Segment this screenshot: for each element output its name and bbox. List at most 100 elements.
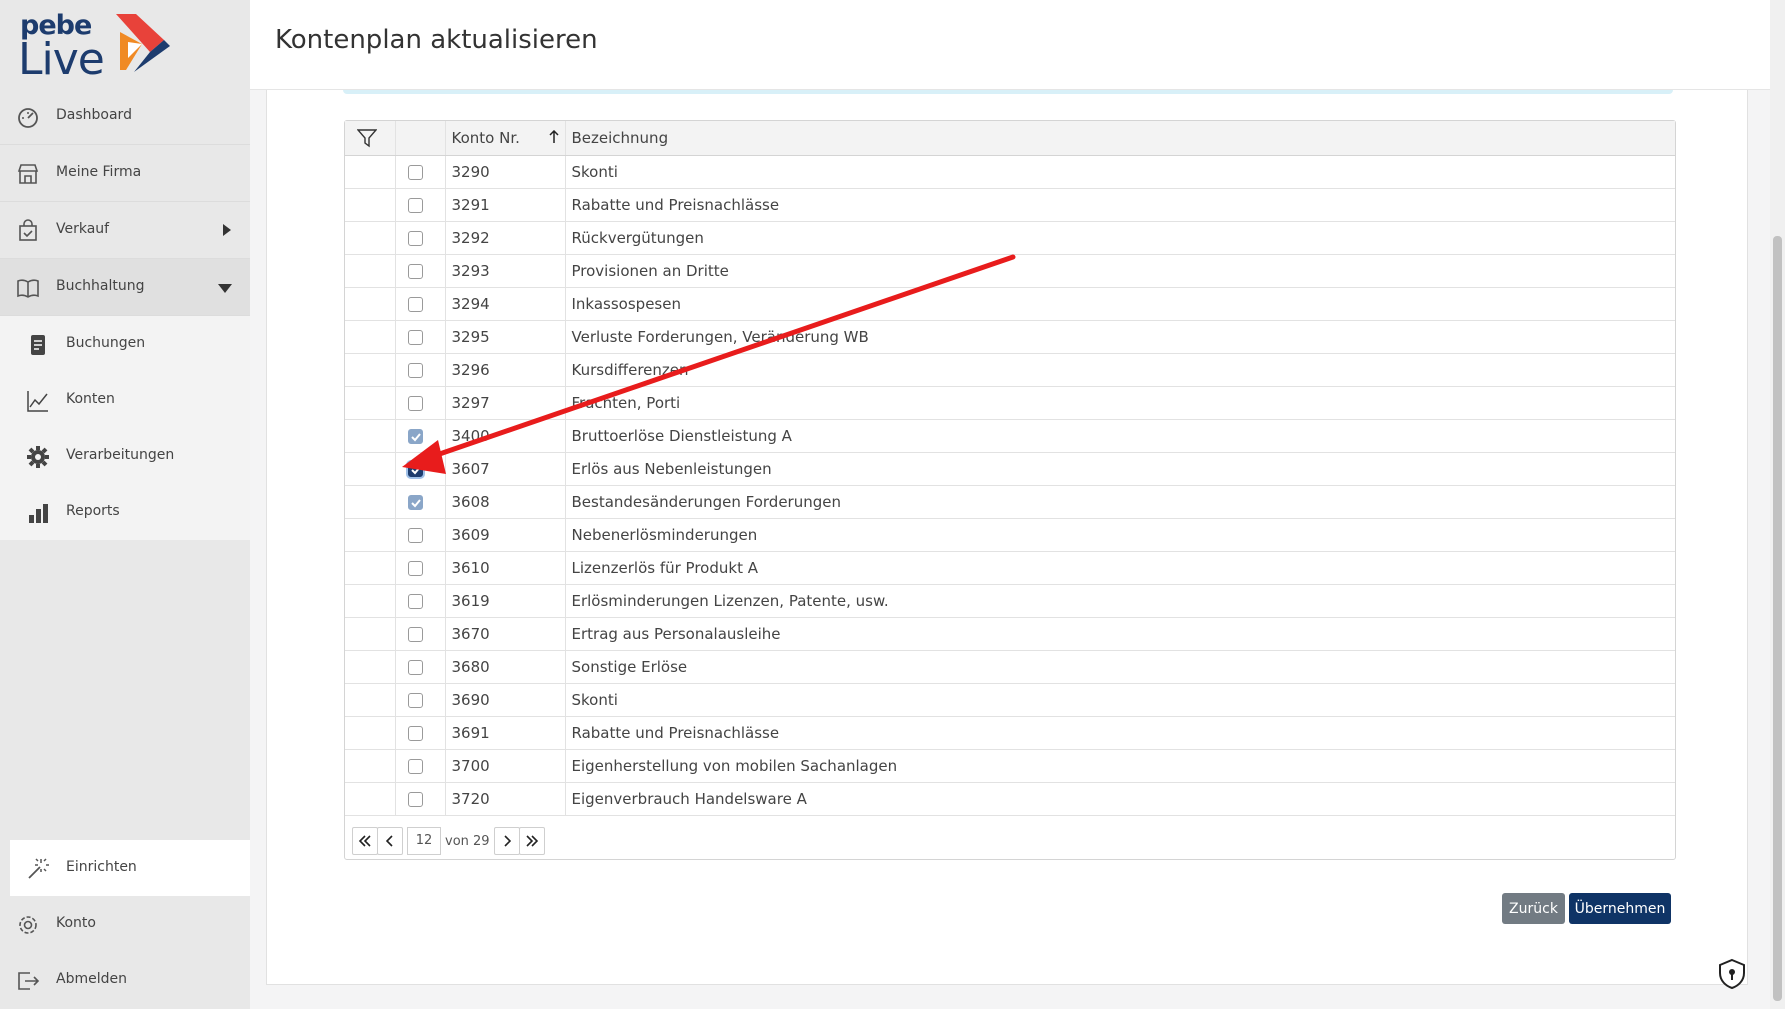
row-checkbox[interactable] [407, 428, 423, 444]
table-row[interactable]: 3700 Eigenherstellung von mobilen Sachanl… [345, 749, 1675, 783]
konto-nr-column-header[interactable]: Konto Nr. [445, 121, 566, 156]
table-row[interactable]: 3610 Lizenzerlös für Produkt A [345, 551, 1675, 585]
sidebar-item-dashboard[interactable]: Dashboard [0, 88, 250, 145]
page-number-input[interactable]: 12 [407, 827, 441, 855]
table-row[interactable]: 3691 Rabatte und Preisnachlässe [345, 716, 1675, 750]
scrollbar-thumb[interactable] [1773, 236, 1782, 1001]
sidebar-item-verkauf[interactable]: Verkauf [0, 202, 250, 259]
filter-cell [345, 650, 396, 684]
select-cell [395, 584, 446, 618]
apply-button[interactable]: Übernehmen [1569, 893, 1671, 924]
table-row[interactable]: 3690 Skonti [345, 683, 1675, 717]
filter-cell [345, 485, 396, 519]
filter-cell [345, 518, 396, 552]
konto-nr-cell: 3700 [445, 749, 566, 783]
table-row[interactable]: 3609 Nebenerlösminderungen [345, 518, 1675, 552]
table-row[interactable]: 3670 Ertrag aus Personalausleihe [345, 617, 1675, 651]
row-checkbox[interactable] [407, 263, 423, 279]
sidebar-item-reports[interactable]: Reports [0, 484, 250, 540]
row-checkbox[interactable] [407, 758, 423, 774]
filter-cell [345, 452, 396, 486]
sidebar-item-label: Verkauf [56, 221, 110, 237]
table-row[interactable]: 3680 Sonstige Erlöse [345, 650, 1675, 684]
column-label: Konto Nr. [451, 128, 520, 147]
privacy-shield-icon[interactable] [1716, 958, 1748, 990]
row-checkbox[interactable] [407, 626, 423, 642]
sidebar-item-label: Konto [56, 915, 96, 931]
select-cell [395, 419, 446, 453]
konto-nr-cell: 3292 [445, 221, 566, 255]
row-checkbox[interactable] [407, 692, 423, 708]
bezeichnung-cell: Erlösminderungen Lizenzen, Patente, usw. [565, 584, 1675, 618]
filter-cell [345, 617, 396, 651]
filter-column-header[interactable] [345, 121, 396, 156]
sidebar: pebe Live Dashboard Meine Firma Verkauf … [0, 0, 250, 1009]
sidebar-item-konto[interactable]: Konto [0, 896, 250, 952]
row-checkbox[interactable] [407, 230, 423, 246]
row-checkbox[interactable] [407, 329, 423, 345]
row-checkbox[interactable] [407, 560, 423, 576]
row-checkbox[interactable] [407, 362, 423, 378]
back-button[interactable]: Zurück [1502, 893, 1565, 924]
line-chart-icon [27, 391, 48, 412]
table-row[interactable]: 3290 Skonti [345, 155, 1675, 189]
check-icon [410, 498, 421, 507]
bezeichnung-column-header[interactable]: Bezeichnung [565, 121, 1675, 156]
last-page-button[interactable] [518, 827, 545, 855]
sidebar-item-buchungen[interactable]: Buchungen [0, 316, 250, 372]
filter-cell [345, 353, 396, 387]
konto-nr-cell: 3294 [445, 287, 566, 321]
table-row[interactable]: 3297 Frachten, Porti [345, 386, 1675, 420]
bar-chart-icon [29, 504, 48, 523]
next-page-button[interactable] [493, 827, 520, 855]
select-cell [395, 188, 446, 222]
row-checkbox[interactable] [407, 527, 423, 543]
row-checkbox[interactable] [407, 197, 423, 213]
sidebar-item-verarbeitungen[interactable]: Verarbeitungen [0, 428, 250, 484]
select-cell [395, 749, 446, 783]
row-checkbox[interactable] [407, 395, 423, 411]
table-row[interactable]: 3291 Rabatte und Preisnachlässe [345, 188, 1675, 222]
sidebar-item-meine-firma[interactable]: Meine Firma [0, 145, 250, 202]
sidebar-item-abmelden[interactable]: Abmelden [0, 952, 250, 1008]
table-row[interactable]: 3720 Eigenverbrauch Handelsware A [345, 782, 1675, 816]
filter-cell [345, 188, 396, 222]
pebe-live-logo[interactable]: pebe Live [18, 10, 178, 85]
table-row[interactable]: 3294 Inkassospesen [345, 287, 1675, 321]
row-checkbox[interactable] [407, 296, 423, 312]
bezeichnung-cell: Kursdifferenzen [565, 353, 1675, 387]
table-row[interactable]: 3619 Erlösminderungen Lizenzen, Patente, … [345, 584, 1675, 618]
table-row[interactable]: 3400 Bruttoerlöse Dienstleistung A [345, 419, 1675, 453]
row-checkbox[interactable] [407, 725, 423, 741]
row-checkbox[interactable] [407, 461, 423, 477]
select-cell [395, 386, 446, 420]
sidebar-item-einrichten[interactable]: Einrichten [10, 840, 250, 896]
table-row[interactable]: 3293 Provisionen an Dritte [345, 254, 1675, 288]
filter-cell [345, 782, 396, 816]
select-cell [395, 518, 446, 552]
table-row[interactable]: 3292 Rückvergütungen [345, 221, 1675, 255]
gear-icon [27, 446, 49, 468]
vertical-scrollbar[interactable] [1770, 0, 1785, 1009]
check-icon [410, 432, 421, 441]
table-row[interactable]: 3296 Kursdifferenzen [345, 353, 1675, 387]
row-checkbox[interactable] [407, 164, 423, 180]
prev-page-button[interactable] [377, 827, 403, 855]
caret-right-icon [223, 224, 231, 236]
table-row[interactable]: 3608 Bestandesänderungen Forderungen [345, 485, 1675, 519]
bezeichnung-cell: Bruttoerlöse Dienstleistung A [565, 419, 1675, 453]
row-checkbox[interactable] [407, 791, 423, 807]
row-checkbox[interactable] [407, 494, 423, 510]
row-checkbox[interactable] [407, 593, 423, 609]
sidebar-item-buchhaltung[interactable]: Buchhaltung [0, 259, 250, 316]
filter-icon[interactable] [356, 128, 378, 148]
filter-cell [345, 254, 396, 288]
row-checkbox[interactable] [407, 659, 423, 675]
sidebar-item-konten[interactable]: Konten [0, 372, 250, 428]
filter-cell [345, 287, 396, 321]
table-row[interactable]: 3607 Erlös aus Nebenleistungen [345, 452, 1675, 486]
first-page-button[interactable] [352, 827, 378, 855]
sort-ascending-icon[interactable] [548, 130, 559, 144]
table-row[interactable]: 3295 Verluste Forderungen, Veränderung WB [345, 320, 1675, 354]
book-icon [17, 279, 39, 298]
